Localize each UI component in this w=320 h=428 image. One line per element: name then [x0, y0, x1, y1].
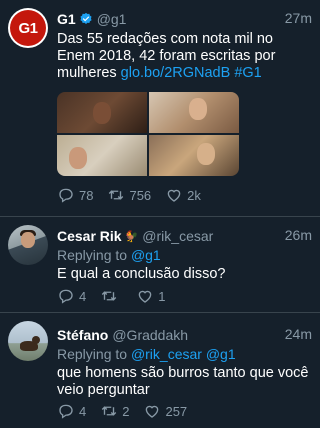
tweet-header: Cesar Rik 🐓 @rik_cesar 26m [57, 227, 312, 245]
author-name[interactable]: Cesar Rik [57, 228, 122, 244]
tweet-actions: 4 1 [57, 287, 179, 305]
tweet-time[interactable]: 24m [285, 326, 312, 342]
like-button[interactable]: 1 [136, 287, 165, 305]
avatar-stefano[interactable] [8, 321, 48, 361]
media-photo-4[interactable] [149, 135, 239, 176]
like-button[interactable]: 2k [165, 186, 201, 204]
like-button[interactable]: 257 [143, 402, 187, 420]
tweet-actions: 78 756 2k [57, 186, 215, 204]
reply-icon [59, 188, 73, 203]
reply-icon [59, 289, 73, 304]
reply-button[interactable]: 4 [57, 402, 86, 420]
retweet-button[interactable]: 2 [100, 402, 129, 420]
author-name[interactable]: Stéfano [57, 327, 108, 343]
hashtag-link[interactable]: #G1 [234, 65, 261, 81]
tweet-cesar[interactable]: Cesar Rik 🐓 @rik_cesar 26m Replying to @… [0, 217, 320, 313]
like-count: 257 [165, 403, 188, 419]
tweet-stefano[interactable]: Stéfano @Graddakh 24m Replying to @rik_c… [0, 313, 320, 428]
mention-link[interactable]: @rik_cesar @g1 [131, 346, 236, 362]
media-photo-1[interactable] [57, 92, 147, 133]
tweet-text: Das 55 redações com nota mil no Enem 201… [57, 31, 312, 82]
avatar-g1[interactable]: G1 [8, 8, 48, 48]
reply-icon [59, 404, 73, 419]
tweet-media-grid[interactable] [57, 92, 239, 176]
mention-link[interactable]: @g1 [131, 247, 161, 263]
retweet-icon [102, 406, 117, 416]
tweet-link[interactable]: glo.bo/2RGNadB [121, 65, 231, 81]
retweet-count: 2 [122, 403, 130, 419]
rooster-emoji-icon: 🐓 [124, 230, 139, 243]
replying-prefix: Replying to [57, 247, 131, 263]
replying-prefix: Replying to [57, 346, 131, 362]
retweet-icon [109, 190, 124, 200]
tweet-time[interactable]: 26m [285, 227, 312, 243]
heart-icon [167, 189, 181, 202]
retweet-button[interactable]: 756 [107, 186, 151, 204]
retweet-button[interactable] [100, 287, 122, 305]
like-count: 1 [158, 288, 166, 304]
replying-to: Replying to @rik_cesar @g1 [57, 346, 312, 363]
heart-icon [138, 290, 152, 303]
g1-logo: G1 [10, 10, 46, 46]
reply-count: 78 [79, 187, 94, 203]
tweet-header: Stéfano @Graddakh 24m [57, 326, 312, 344]
author-handle[interactable]: @Graddakh [112, 327, 188, 343]
reply-count: 4 [79, 403, 87, 419]
tweet-text: E qual a conclusão disso? [57, 266, 226, 282]
reply-button[interactable]: 4 [57, 287, 86, 305]
author-handle[interactable]: @rik_cesar [142, 228, 213, 244]
reply-count: 4 [79, 288, 87, 304]
tweet-g1[interactable]: G1 G1 @g1 27m Das 55 redações com nota m… [0, 0, 320, 217]
like-count: 2k [187, 187, 201, 203]
tweet-actions: 4 2 257 [57, 402, 201, 420]
media-photo-2[interactable] [149, 92, 239, 133]
heart-icon [146, 405, 159, 418]
author-name[interactable]: G1 [57, 11, 76, 27]
tweet-text: que homens são burros tanto que você vei… [57, 365, 309, 398]
media-photo-3[interactable] [57, 135, 147, 176]
avatar-cesar[interactable] [8, 225, 48, 265]
tweet-header: G1 @g1 27m [57, 10, 312, 28]
verified-badge-icon [80, 12, 92, 24]
reply-button[interactable]: 78 [57, 186, 93, 204]
retweet-count: 756 [129, 187, 152, 203]
tweet-time[interactable]: 27m [285, 10, 312, 26]
author-handle[interactable]: @g1 [97, 11, 127, 27]
replying-to: Replying to @g1 [57, 247, 312, 264]
retweet-icon [102, 291, 117, 301]
